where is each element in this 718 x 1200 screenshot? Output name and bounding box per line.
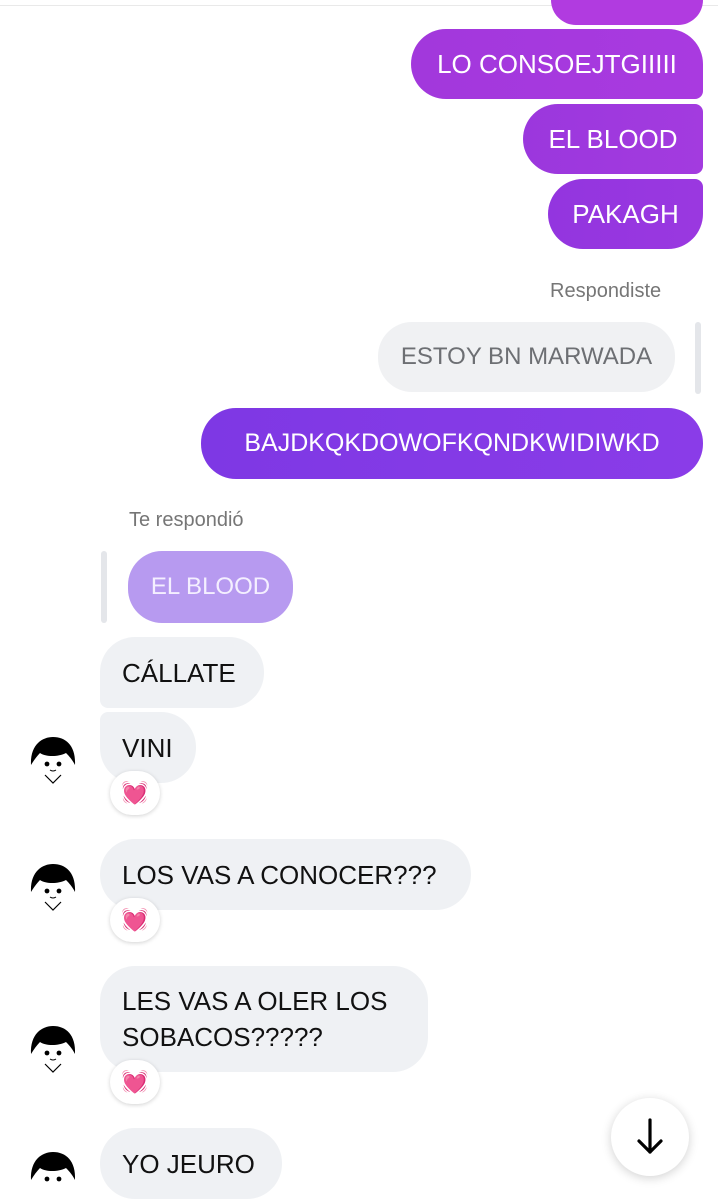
sent-message[interactable]: LO CONSOEJTGIIIII — [411, 29, 703, 99]
received-message[interactable]: LOS VAS A CONOCER??? — [100, 839, 471, 910]
contact-avatar[interactable] — [28, 1024, 78, 1074]
heart-reaction[interactable]: 💓 — [110, 898, 160, 942]
contact-avatar[interactable] — [28, 862, 78, 912]
sent-message[interactable]: EL BLOOD — [523, 104, 703, 174]
beating-heart-icon: 💓 — [121, 907, 149, 932]
scroll-to-bottom-button[interactable] — [611, 1098, 689, 1176]
reply-indicator-bar — [101, 551, 107, 623]
replied-to-you-label: Te respondió — [129, 509, 244, 531]
beating-heart-icon: 💓 — [121, 1069, 149, 1094]
received-message[interactable]: YO JEURO — [100, 1128, 282, 1199]
contact-avatar[interactable] — [28, 735, 78, 785]
sent-message-partial[interactable] — [551, 0, 703, 25]
quoted-message[interactable]: ESTOY BN MARWADA — [378, 322, 675, 392]
heart-reaction[interactable]: 💓 — [110, 771, 160, 815]
avatar-image — [28, 1150, 78, 1200]
contact-avatar[interactable] — [28, 1150, 78, 1200]
avatar-image — [28, 1024, 78, 1074]
replied-label: Respondiste — [550, 280, 662, 302]
received-message[interactable]: VINI — [100, 712, 196, 783]
heart-reaction[interactable]: 💓 — [110, 1060, 160, 1104]
avatar-image — [28, 862, 78, 912]
sent-message[interactable]: PAKAGH — [548, 179, 703, 249]
avatar-image — [28, 735, 78, 785]
received-message[interactable]: CÁLLATE — [100, 637, 264, 708]
sent-message[interactable]: BAJDKQKDOWOFKQNDKWIDIWKD — [201, 408, 703, 479]
arrow-down-icon — [637, 1118, 663, 1154]
beating-heart-icon: 💓 — [121, 780, 149, 805]
quoted-message[interactable]: EL BLOOD — [128, 551, 293, 623]
received-message[interactable]: LES VAS A OLER LOS SOBACOS????? — [100, 966, 428, 1072]
reply-indicator-bar — [695, 322, 701, 394]
